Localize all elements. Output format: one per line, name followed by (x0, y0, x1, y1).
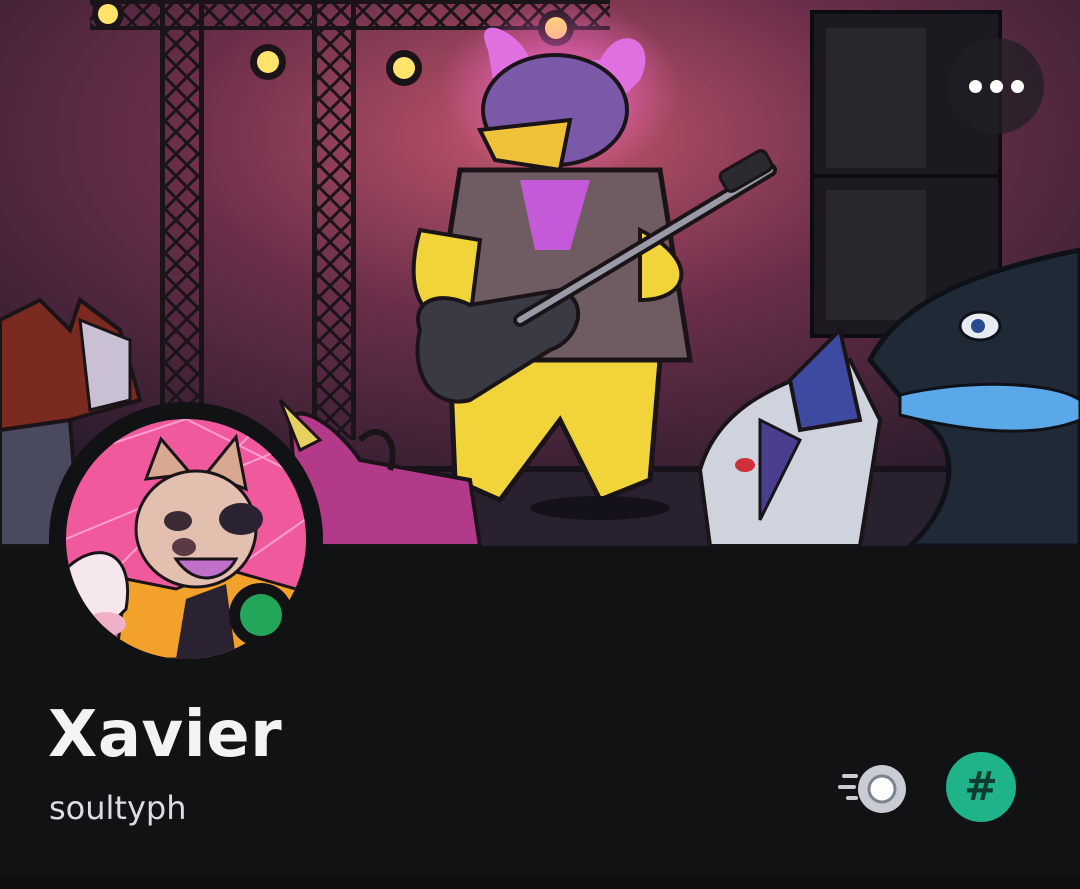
username: soultyph (49, 789, 187, 827)
hashtag-badge[interactable]: # (946, 752, 1016, 822)
online-status-icon (240, 594, 282, 636)
more-options-icon-dot (1010, 79, 1024, 93)
user-profile-panel: Xavier soultyph # (0, 0, 1080, 889)
nitro-icon (838, 765, 906, 813)
nitro-badge[interactable] (838, 752, 908, 822)
hashtag-icon: # (964, 764, 998, 810)
more-options-icon-dot (989, 79, 1003, 93)
display-name: Xavier (48, 698, 283, 772)
more-options-icon (968, 79, 982, 93)
bottom-divider (0, 876, 1080, 889)
more-options-button[interactable] (948, 38, 1044, 134)
